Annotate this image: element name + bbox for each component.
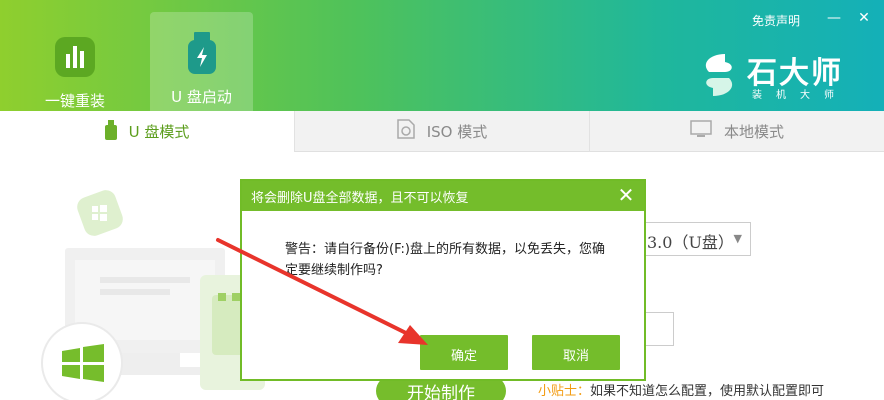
cancel-button[interactable]: 取消 bbox=[532, 335, 620, 370]
tab-iso-mode[interactable]: ISO 模式 bbox=[294, 111, 589, 152]
mode-tabs: U 盘模式 ISO 模式 本地模式 bbox=[0, 111, 884, 152]
device-select-value: 3.0（U盘） bbox=[647, 233, 734, 252]
dialog-message: 警告：请自行备份(F:)盘上的所有数据，以免丢失，您确定要继续制作吗? bbox=[285, 242, 605, 278]
tip-label: 小贴士： bbox=[538, 384, 591, 399]
brand-logo: 石大师 装机大师 bbox=[695, 48, 855, 102]
iso-file-icon bbox=[396, 119, 415, 143]
dialog-close-icon[interactable]: ✕ bbox=[616, 183, 636, 207]
minimize-button[interactable]: — bbox=[825, 10, 843, 26]
tab-local-mode[interactable]: 本地模式 bbox=[589, 111, 884, 152]
tab-usb-mode[interactable]: U 盘模式 bbox=[0, 111, 294, 152]
dialog-title-bar: 将会删除U盘全部数据，且不可以恢复 ✕ bbox=[242, 181, 644, 211]
tip-message: 如果不知道怎么配置，使用默认配置即可 bbox=[590, 384, 825, 399]
device-select[interactable]: 3.0（U盘） ▼ bbox=[632, 222, 751, 256]
confirm-button[interactable]: 确定 bbox=[420, 335, 508, 370]
nav-label: U 盘启动 bbox=[171, 88, 232, 106]
windows-logo-icon bbox=[41, 322, 123, 400]
tab-label: 本地模式 bbox=[723, 122, 784, 141]
app-header: 一键重装 U 盘启动 免责声明 — ✕ 石大师 装机大师 bbox=[0, 0, 884, 111]
windows-badge-icon bbox=[77, 190, 123, 236]
close-window-button[interactable]: ✕ bbox=[855, 10, 873, 26]
tip-text: 小贴士：如果不知道怎么配置，使用默认配置即可 bbox=[538, 380, 824, 399]
bar-chart-icon bbox=[55, 37, 95, 77]
nav-label: 一键重装 bbox=[44, 92, 105, 110]
chevron-down-icon: ▼ bbox=[733, 232, 742, 245]
usb-drive-icon bbox=[187, 32, 216, 74]
monitor-icon bbox=[690, 120, 712, 142]
tab-label: U 盘模式 bbox=[128, 123, 190, 141]
nav-tab-usb-boot[interactable]: U 盘启动 bbox=[150, 12, 253, 111]
usb-icon bbox=[104, 119, 117, 144]
confirm-dialog: 将会删除U盘全部数据，且不可以恢复 ✕ 警告：请自行备份(F:)盘上的所有数据，… bbox=[240, 179, 646, 381]
disclaimer-link[interactable]: 免责声明 bbox=[752, 12, 800, 29]
logo-subtitle: 装机大师 bbox=[752, 90, 848, 101]
nav-tab-one-click-reinstall[interactable]: 一键重装 bbox=[25, 12, 125, 111]
tab-label: ISO 模式 bbox=[426, 122, 488, 141]
dialog-title: 将会删除U盘全部数据，且不可以恢复 bbox=[251, 191, 469, 206]
logo-mark-icon bbox=[705, 54, 733, 96]
